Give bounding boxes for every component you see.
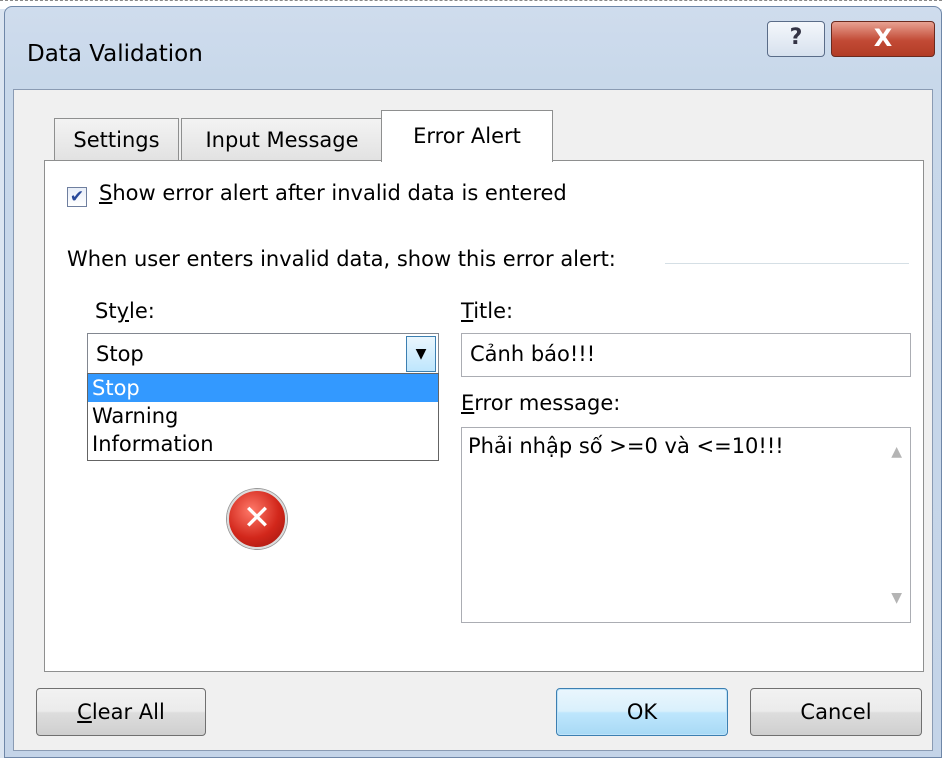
show-alert-checkbox[interactable]: ✔ [67,187,87,207]
chevron-down-icon[interactable]: ▼ [406,336,436,372]
title-bar: Data Validation ? X [5,7,941,89]
title-label: Title: [461,299,514,323]
group-separator [665,263,909,264]
stop-error-icon: ✕ [227,489,287,549]
error-message-textarea[interactable]: Phải nhập số >=0 và <=10!!! ▲ ▼ [461,427,911,623]
style-option-warning[interactable]: Warning [88,402,438,430]
style-combobox-value: Stop [96,342,144,366]
title-input[interactable]: Cảnh báo!!! [461,333,911,377]
style-combobox[interactable]: Stop ▼ [87,333,439,375]
ok-button[interactable]: OK [556,688,728,736]
cancel-button[interactable]: Cancel [750,688,922,736]
title-input-value: Cảnh báo!!! [470,342,596,366]
error-alert-panel: ✔ Show error alert after invalid data is… [44,160,924,672]
style-option-information[interactable]: Information [88,430,438,458]
style-dropdown-list[interactable]: Stop Warning Information [87,373,439,461]
close-button[interactable]: X [831,21,935,57]
dialog-client-area: Settings Input Message Error Alert ✔ Sho… [13,89,933,751]
clear-all-button[interactable]: Clear All [36,688,206,736]
data-validation-dialog: Data Validation ? X Settings Input Messa… [4,6,942,758]
scroll-up-icon[interactable]: ▲ [891,444,902,460]
error-message-value: Phải nhập số >=0 và <=10!!! [468,434,784,458]
error-message-label: Error message: [461,391,621,415]
tab-settings[interactable]: Settings [54,118,179,160]
help-button[interactable]: ? [767,21,825,57]
show-alert-label[interactable]: Show error alert after invalid data is e… [99,181,567,205]
scroll-down-icon[interactable]: ▼ [891,590,902,606]
tab-input-message[interactable]: Input Message [181,118,383,160]
style-option-stop[interactable]: Stop [88,374,438,402]
group-label: When user enters invalid data, show this… [67,247,616,271]
dialog-title: Data Validation [27,41,203,67]
style-label: Style: [95,299,155,323]
tab-error-alert[interactable]: Error Alert [381,110,553,162]
